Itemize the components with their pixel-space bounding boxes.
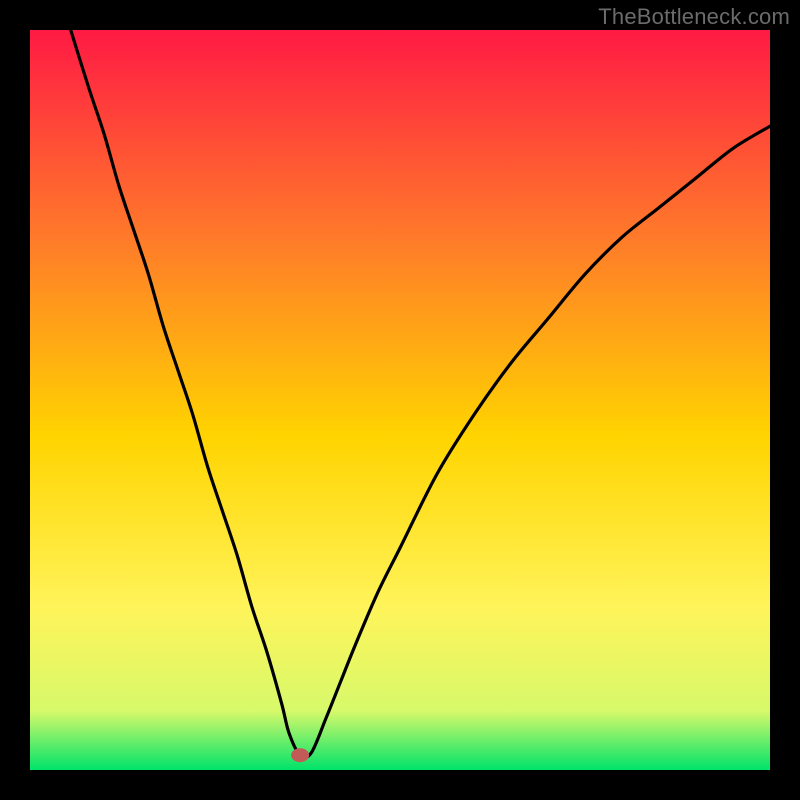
gradient-background (30, 30, 770, 770)
chart-frame: TheBottleneck.com (0, 0, 800, 800)
plot-area (30, 30, 770, 770)
optimal-point-marker (291, 748, 309, 762)
watermark-label: TheBottleneck.com (598, 4, 790, 30)
chart-svg (30, 30, 770, 770)
